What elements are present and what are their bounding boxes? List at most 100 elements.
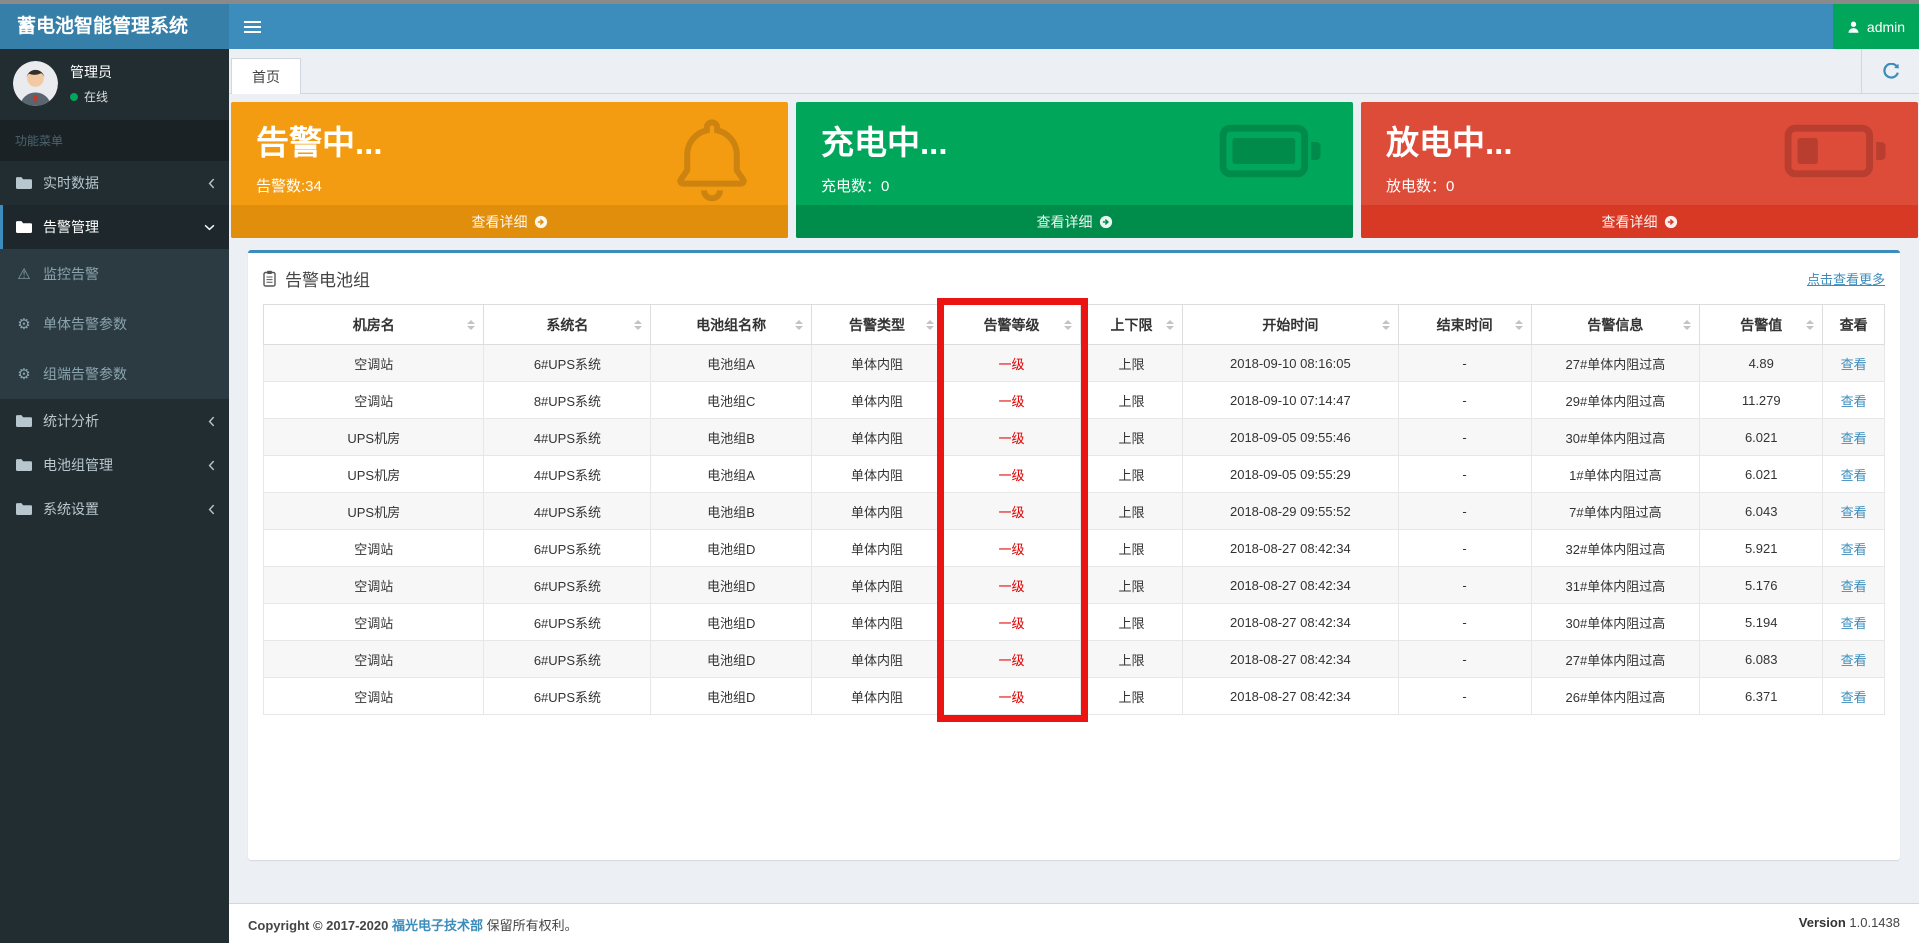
view-link[interactable]: 查看: [1841, 394, 1867, 409]
view-link[interactable]: 查看: [1841, 357, 1867, 372]
cell-limit: 上限: [1080, 345, 1182, 382]
alarm-level-value: 一级: [999, 431, 1025, 446]
sidebar-section-label: 功能菜单: [0, 120, 229, 161]
card-view-detail-button[interactable]: 查看详细: [796, 205, 1353, 238]
company-link[interactable]: 福光电子技术部: [392, 918, 483, 933]
column-header-start-time[interactable]: 开始时间: [1183, 305, 1399, 345]
arrow-circle-right-icon: [534, 215, 548, 229]
column-header-group-name[interactable]: 电池组名称: [651, 305, 811, 345]
sidebar-item-label: 告警管理: [43, 217, 99, 237]
sidebar-item-realtime-data[interactable]: 实时数据: [0, 161, 229, 205]
sidebar-item-cell-alarm-params[interactable]: ⚙ 单体告警参数: [0, 299, 229, 349]
cell-start-time: 2018-08-27 08:42:34: [1183, 604, 1399, 641]
view-link[interactable]: 查看: [1841, 579, 1867, 594]
clipboard-icon: [263, 270, 276, 287]
cell-group-name: 电池组D: [651, 678, 811, 715]
battery-full-icon: [1219, 112, 1325, 195]
user-menu-button[interactable]: admin: [1833, 4, 1919, 49]
column-header-limit[interactable]: 上下限: [1080, 305, 1182, 345]
cell-group-name: 电池组B: [651, 419, 811, 456]
rights-text: 保留所有权利。: [487, 918, 578, 933]
view-more-link[interactable]: 点击查看更多: [1807, 269, 1885, 288]
cell-room-name: UPS机房: [264, 493, 484, 530]
cell-view: 查看: [1823, 345, 1885, 382]
view-link[interactable]: 查看: [1841, 616, 1867, 631]
sidebar-item-statistics[interactable]: 统计分析: [0, 399, 229, 443]
cell-system-name: 6#UPS系统: [484, 641, 651, 678]
alarm-level-value: 一级: [999, 653, 1025, 668]
card-view-detail-button[interactable]: 查看详细: [1361, 205, 1918, 238]
card-view-detail-button[interactable]: 查看详细: [231, 205, 788, 238]
cell-room-name: UPS机房: [264, 419, 484, 456]
alarm-level-value: 一级: [999, 616, 1025, 631]
sidebar-item-system-settings[interactable]: 系统设置: [0, 487, 229, 531]
chevron-left-icon: [208, 460, 215, 471]
chevron-left-icon: [208, 504, 215, 515]
arrow-circle-right-icon: [1099, 215, 1113, 229]
column-header-alarm-level[interactable]: 告警等级: [943, 305, 1081, 345]
table-row: 空调站6#UPS系统电池组D单体内阻一级上限2018-08-27 08:42:3…: [264, 641, 1885, 678]
copyright-text: Copyright © 2017-2020: [248, 918, 388, 933]
view-link[interactable]: 查看: [1841, 653, 1867, 668]
cell-system-name: 4#UPS系统: [484, 456, 651, 493]
cell-alarm-type: 单体内阻: [811, 641, 942, 678]
refresh-button[interactable]: [1861, 49, 1919, 94]
column-header-room-name[interactable]: 机房名: [264, 305, 484, 345]
chevron-left-icon: [208, 178, 215, 189]
cell-start-time: 2018-09-05 09:55:29: [1183, 456, 1399, 493]
cell-view: 查看: [1823, 419, 1885, 456]
alarm-level-value: 一级: [999, 468, 1025, 483]
cell-view: 查看: [1823, 493, 1885, 530]
sidebar-item-alarm-management[interactable]: 告警管理: [0, 205, 229, 249]
sidebar-item-label: 系统设置: [43, 499, 99, 519]
cell-end-time: -: [1398, 456, 1531, 493]
alarm-table: 机房名 系统名 电池组名称 告警类型 告警等级 上下限 开始时间 结束时间 告警…: [263, 304, 1885, 715]
cell-end-time: -: [1398, 604, 1531, 641]
user-status[interactable]: 在线: [70, 88, 112, 105]
cell-end-time: -: [1398, 567, 1531, 604]
warning-triangle-icon: ⚠: [15, 267, 33, 282]
folder-icon: [15, 176, 33, 190]
table-row: 空调站6#UPS系统电池组A单体内阻一级上限2018-09-10 08:16:0…: [264, 345, 1885, 382]
cell-alarm-info: 26#单体内阻过高: [1531, 678, 1700, 715]
cell-alarm-level: 一级: [943, 382, 1081, 419]
column-header-end-time[interactable]: 结束时间: [1398, 305, 1531, 345]
view-link[interactable]: 查看: [1841, 542, 1867, 557]
cell-system-name: 6#UPS系统: [484, 345, 651, 382]
sidebar-item-battery-group-management[interactable]: 电池组管理: [0, 443, 229, 487]
gears-icon: ⚙: [15, 317, 33, 332]
cell-view: 查看: [1823, 382, 1885, 419]
sidebar-toggle-button[interactable]: [229, 4, 275, 49]
view-link[interactable]: 查看: [1841, 431, 1867, 446]
view-link[interactable]: 查看: [1841, 505, 1867, 520]
cell-system-name: 8#UPS系统: [484, 382, 651, 419]
cell-alarm-info: 29#单体内阻过高: [1531, 382, 1700, 419]
sidebar-item-group-alarm-params[interactable]: ⚙ 组端告警参数: [0, 349, 229, 399]
alarm-level-value: 一级: [999, 690, 1025, 705]
cell-alarm-level: 一级: [943, 567, 1081, 604]
column-header-alarm-type[interactable]: 告警类型: [811, 305, 942, 345]
column-header-system-name[interactable]: 系统名: [484, 305, 651, 345]
tab-home[interactable]: 首页: [231, 58, 301, 94]
cell-alarm-type: 单体内阻: [811, 345, 942, 382]
chevron-left-icon: [208, 416, 215, 427]
refresh-icon: [1882, 63, 1900, 81]
sidebar-item-monitor-alarm[interactable]: ⚠ 监控告警: [0, 249, 229, 299]
cell-alarm-level: 一级: [943, 493, 1081, 530]
table-row: 空调站6#UPS系统电池组D单体内阻一级上限2018-08-27 08:42:3…: [264, 678, 1885, 715]
cell-alarm-type: 单体内阻: [811, 493, 942, 530]
alarm-level-value: 一级: [999, 542, 1025, 557]
column-header-alarm-value[interactable]: 告警值: [1700, 305, 1823, 345]
cell-alarm-type: 单体内阻: [811, 567, 942, 604]
cell-limit: 上限: [1080, 530, 1182, 567]
top-navbar: admin: [229, 4, 1919, 49]
cell-start-time: 2018-08-27 08:42:34: [1183, 567, 1399, 604]
view-link[interactable]: 查看: [1841, 468, 1867, 483]
column-header-view: 查看: [1823, 305, 1885, 345]
cell-alarm-info: 7#单体内阻过高: [1531, 493, 1700, 530]
cell-limit: 上限: [1080, 456, 1182, 493]
view-link[interactable]: 查看: [1841, 690, 1867, 705]
cell-group-name: 电池组D: [651, 530, 811, 567]
cell-limit: 上限: [1080, 678, 1182, 715]
column-header-alarm-info[interactable]: 告警信息: [1531, 305, 1700, 345]
